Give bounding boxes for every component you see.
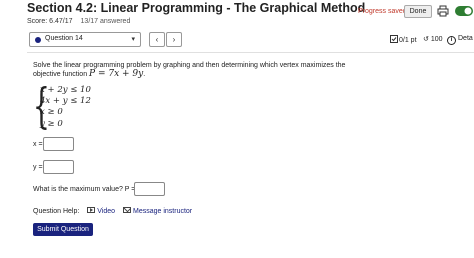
question-points: 0/1 pt (390, 35, 417, 44)
constraint-4: y ≥ 0 (40, 119, 63, 129)
previous-question-button[interactable]: ‹ (149, 32, 165, 47)
retry-icon: ↺ (423, 36, 429, 43)
details-label: Deta (458, 35, 473, 42)
details-link[interactable]: i Deta (447, 35, 473, 45)
x-input[interactable] (43, 137, 74, 151)
chevron-left-icon: ‹ (155, 35, 159, 44)
question-bar: Question 14 ▾ ‹ › 0/1 pt ↺ 100 i Deta (27, 31, 474, 49)
next-question-button[interactable]: › (166, 32, 182, 47)
mail-icon (123, 207, 131, 213)
message-instructor-link[interactable]: Message instructor (123, 207, 193, 215)
progress-status: Progress saved (358, 8, 407, 15)
done-button[interactable]: Done (404, 5, 432, 18)
video-icon (87, 207, 96, 213)
question-select[interactable]: Question 14 ▾ (29, 32, 141, 47)
checkbox-icon (390, 35, 398, 43)
page-title: Section 4.2: Linear Programming - The Gr… (27, 1, 366, 15)
x-label: x = (33, 141, 43, 148)
question-status-dot-icon (35, 37, 41, 43)
objective-suffix: . (143, 71, 146, 78)
retries-count: ↺ 100 (423, 35, 443, 43)
constraint-system: { x + 2y ≤ 10 4x + y ≤ 12 x ≥ 0 y ≥ 0 (33, 82, 123, 132)
chevron-right-icon: › (172, 35, 176, 44)
prompt-text: Solve the linear programming problem by … (33, 62, 346, 78)
message-label: Message instructor (133, 208, 193, 215)
print-icon[interactable] (437, 5, 449, 17)
objective-function: P = 7x + 9y (89, 69, 144, 79)
video-label: Video (97, 208, 116, 215)
question-prompt: Solve the linear programming problem by … (33, 61, 363, 79)
score-value: Score: 6.47/17 (27, 18, 73, 25)
accessibility-toggle-icon[interactable] (454, 5, 474, 17)
chevron-down-icon: ▾ (131, 36, 135, 43)
retries-value: 100 (430, 36, 443, 43)
y-label: y = (33, 164, 43, 171)
score-line: Score: 6.47/17 13/17 answered (27, 18, 130, 25)
constraint-1: x + 2y ≤ 10 (40, 85, 91, 95)
page-header: Section 4.2: Linear Programming - The Gr… (0, 0, 474, 28)
constraint-2: 4x + y ≤ 12 (40, 96, 91, 106)
answered-count: 13/17 answered (80, 18, 131, 25)
divider (27, 52, 474, 53)
question-select-label: Question 14 (45, 35, 83, 42)
y-input[interactable] (43, 160, 74, 174)
points-value: 0/1 pt (399, 37, 417, 44)
question-help: Question Help: Video Message instructor (33, 207, 192, 215)
video-link[interactable]: Video (87, 207, 116, 215)
p-input[interactable] (134, 182, 165, 196)
submit-question-button[interactable]: Submit Question (33, 223, 93, 236)
info-icon: i (447, 36, 456, 45)
help-label: Question Help: (33, 208, 80, 215)
constraint-3: x ≥ 0 (40, 107, 63, 117)
max-value-label: What is the maximum value? P = (33, 186, 136, 193)
